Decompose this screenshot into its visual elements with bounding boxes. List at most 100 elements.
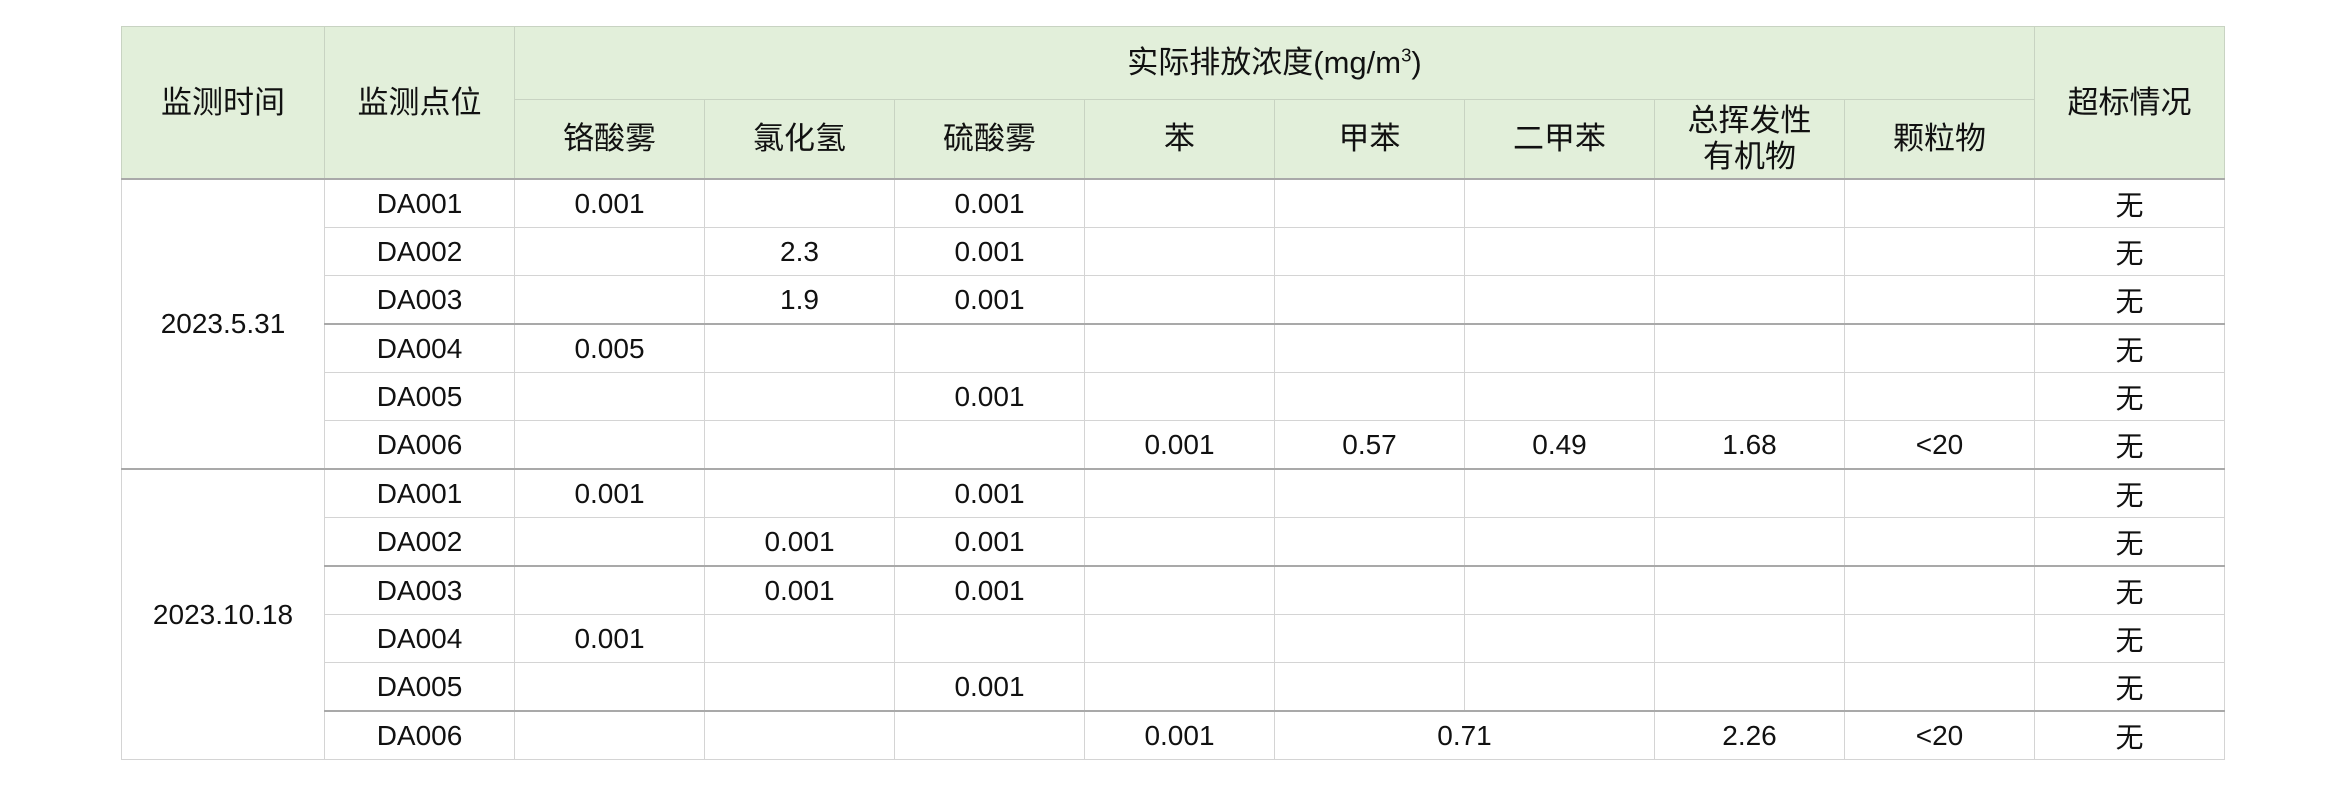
value-cell xyxy=(704,372,895,421)
header-exceed-status: 超标情况 xyxy=(2034,26,2225,180)
value-cell: 0.49 xyxy=(1464,420,1655,470)
value-cell xyxy=(1274,565,1465,615)
table-row: DA003 1.9 0.001 无 xyxy=(122,275,2225,325)
value-cell xyxy=(894,614,1085,663)
point-cell: DA003 xyxy=(324,565,515,615)
value-cell xyxy=(1084,614,1275,663)
header-chromic-acid-mist: 铬酸雾 xyxy=(514,99,705,180)
date-cell: 2023.5.31 xyxy=(121,178,325,470)
value-cell xyxy=(704,178,895,228)
value-cell: 0.001 xyxy=(894,517,1085,567)
value-cell: <20 xyxy=(1844,710,2035,760)
value-cell xyxy=(1274,614,1465,663)
value-cell xyxy=(1274,468,1465,518)
point-cell: DA006 xyxy=(324,710,515,760)
value-cell: 0.001 xyxy=(894,565,1085,615)
point-cell: DA002 xyxy=(324,517,515,567)
value-cell: 1.68 xyxy=(1654,420,1845,470)
point-cell: DA001 xyxy=(324,178,515,228)
value-cell xyxy=(1274,662,1465,712)
value-cell xyxy=(1084,275,1275,325)
value-cell xyxy=(704,710,895,760)
value-cell xyxy=(1654,227,1845,276)
exceed-cell: 无 xyxy=(2034,468,2225,518)
value-cell xyxy=(1084,323,1275,373)
emission-table: 监测时间 监测点位 实际排放浓度(mg/m3) 超标情况 铬酸雾 氯化氢 硫酸雾… xyxy=(121,26,2225,760)
value-cell: 0.001 xyxy=(894,468,1085,518)
value-cell xyxy=(1654,178,1845,228)
value-cell: 2.26 xyxy=(1654,710,1845,760)
point-cell: DA001 xyxy=(324,468,515,518)
exceed-cell: 无 xyxy=(2034,323,2225,373)
exceed-cell: 无 xyxy=(2034,227,2225,276)
value-cell xyxy=(1464,372,1655,421)
point-cell: DA005 xyxy=(324,662,515,712)
value-cell xyxy=(1274,178,1465,228)
table-row: DA003 0.001 0.001 无 xyxy=(122,565,2225,615)
exceed-cell: 无 xyxy=(2034,710,2225,760)
value-cell xyxy=(1654,275,1845,325)
value-cell xyxy=(1654,662,1845,712)
value-cell xyxy=(1084,178,1275,228)
header-emission-concentration: 实际排放浓度(mg/m3) xyxy=(514,26,2035,100)
value-cell xyxy=(1084,372,1275,421)
value-cell xyxy=(1274,275,1465,325)
value-cell: 0.001 xyxy=(514,614,705,663)
value-cell: 0.001 xyxy=(894,662,1085,712)
value-cell xyxy=(1844,468,2035,518)
table-row: DA004 0.005 无 xyxy=(122,323,2225,373)
point-cell: DA006 xyxy=(324,420,515,470)
header-benzene: 苯 xyxy=(1084,99,1275,180)
value-cell xyxy=(1464,275,1655,325)
header-sulfuric-acid-mist: 硫酸雾 xyxy=(894,99,1085,180)
value-cell xyxy=(514,565,705,615)
value-cell xyxy=(1274,227,1465,276)
value-cell: 0.001 xyxy=(704,517,895,567)
exceed-cell: 无 xyxy=(2034,565,2225,615)
value-cell xyxy=(1844,565,2035,615)
value-cell: 0.005 xyxy=(514,323,705,373)
value-cell xyxy=(1084,468,1275,518)
table-row: 2023.10.18 DA001 0.001 0.001 无 xyxy=(121,468,2225,760)
value-cell xyxy=(1844,178,2035,228)
value-cell xyxy=(1654,517,1845,567)
exceed-cell: 无 xyxy=(2034,372,2225,421)
value-cell xyxy=(1464,662,1655,712)
exceed-cell: 无 xyxy=(2034,420,2225,470)
value-cell xyxy=(514,275,705,325)
value-cell xyxy=(1844,323,2035,373)
value-cell xyxy=(1844,372,2035,421)
value-cell xyxy=(514,420,705,470)
header-group-label: 实际排放浓度(mg/m xyxy=(1127,45,1402,81)
value-cell xyxy=(1084,517,1275,567)
header-xylene: 二甲苯 xyxy=(1464,99,1655,180)
exceed-cell: 无 xyxy=(2034,517,2225,567)
value-cell xyxy=(1844,227,2035,276)
value-cell xyxy=(704,420,895,470)
value-cell: 0.001 xyxy=(514,178,705,228)
value-cell xyxy=(1464,565,1655,615)
value-cell xyxy=(704,468,895,518)
table-row: DA002 2.3 0.001 无 xyxy=(122,227,2225,276)
header-monitor-point: 监测点位 xyxy=(324,26,515,180)
value-cell: 0.001 xyxy=(514,468,705,518)
exceed-cell: 无 xyxy=(2034,275,2225,325)
table-row: DA006 0.001 0.71 2.26 <20 无 xyxy=(122,710,2225,760)
value-cell xyxy=(514,517,705,567)
value-cell xyxy=(894,420,1085,470)
value-cell xyxy=(1654,614,1845,663)
table-row: DA005 0.001 无 xyxy=(122,662,2225,712)
point-cell: DA002 xyxy=(324,227,515,276)
value-cell xyxy=(1844,662,2035,712)
point-cell: DA005 xyxy=(324,372,515,421)
value-cell xyxy=(1464,323,1655,373)
value-cell xyxy=(514,710,705,760)
header-group-close: ) xyxy=(1411,45,1422,81)
value-cell xyxy=(1274,517,1465,567)
value-cell xyxy=(1464,227,1655,276)
value-cell xyxy=(514,662,705,712)
table-row: 2023.5.31 DA001 0.001 0.001 无 xyxy=(121,178,2225,470)
value-cell: 0.001 xyxy=(894,275,1085,325)
exceed-cell: 无 xyxy=(2034,662,2225,712)
value-cell xyxy=(894,323,1085,373)
